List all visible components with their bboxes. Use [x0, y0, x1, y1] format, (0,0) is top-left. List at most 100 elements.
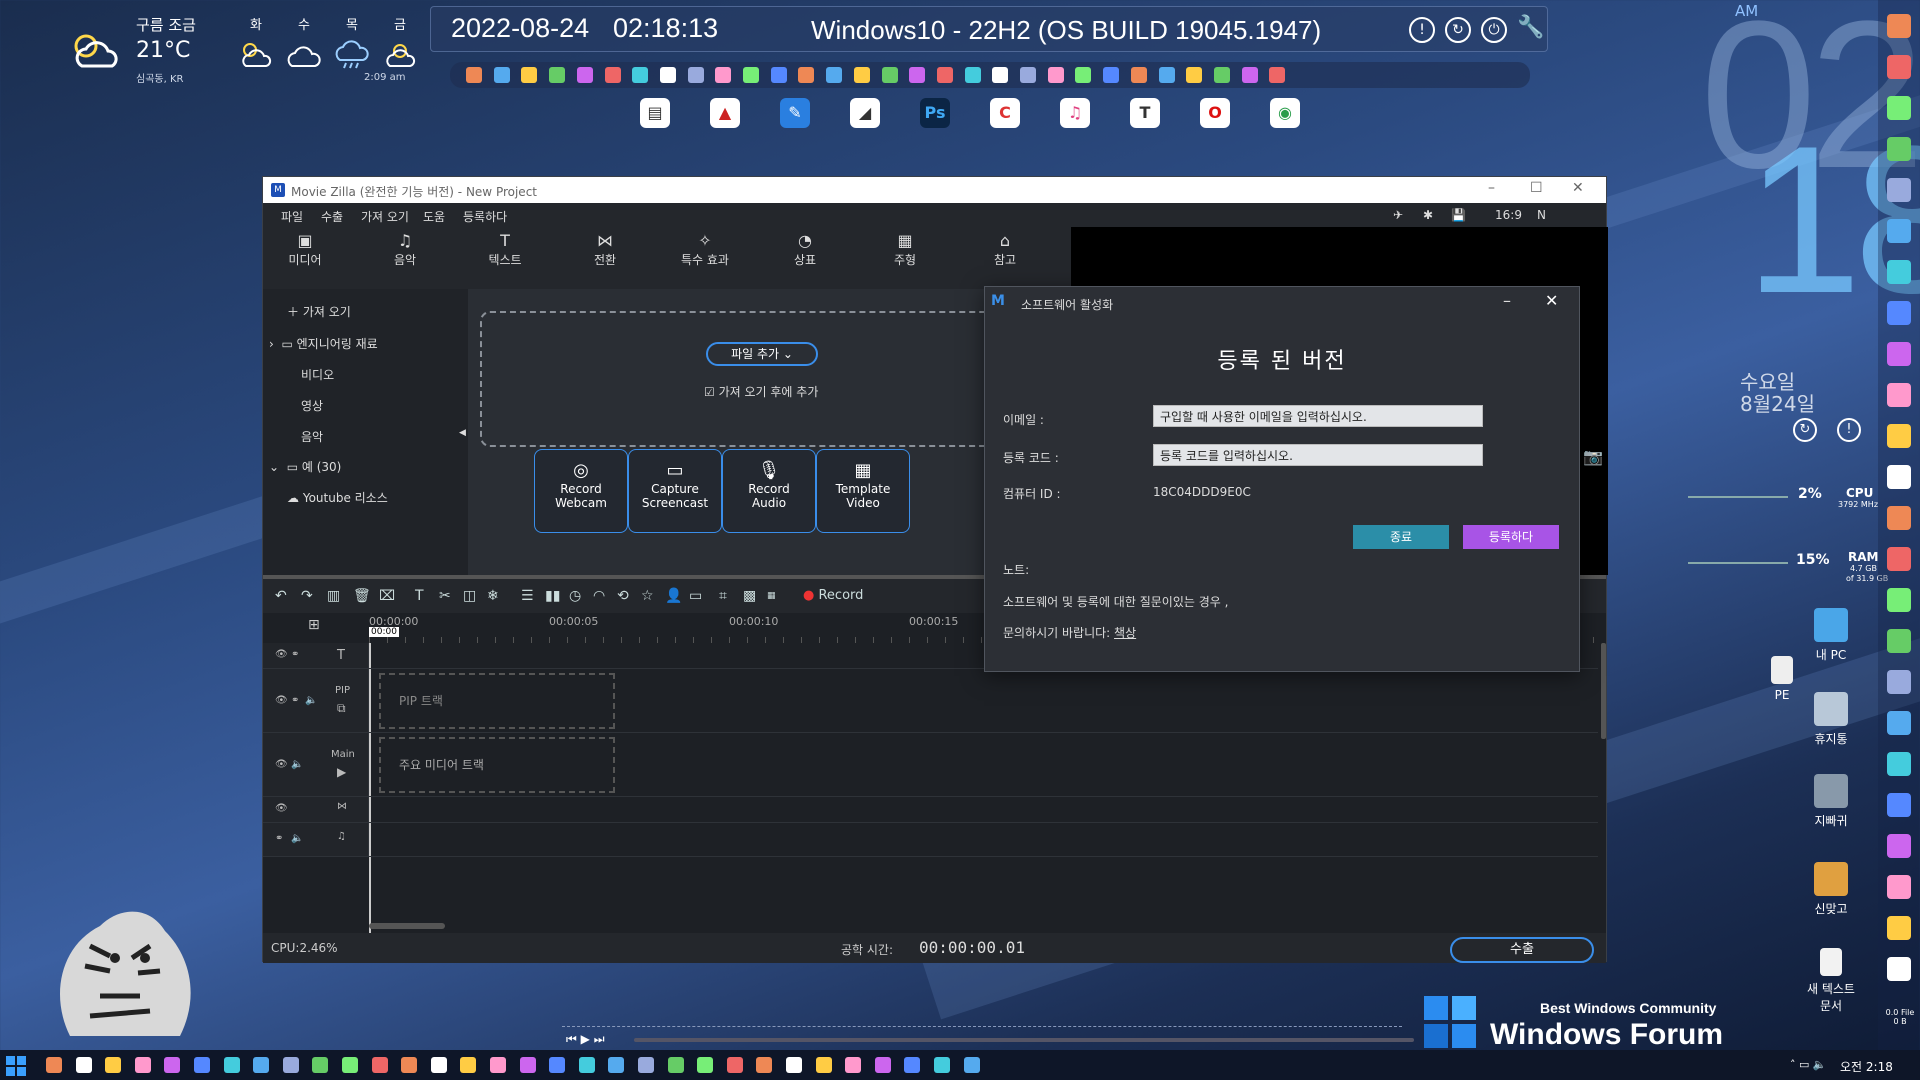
quick-launch-icon[interactable] — [576, 67, 593, 83]
sidebar-example[interactable]: ⌄ ▭ 예 (30) — [269, 458, 341, 475]
info-icon[interactable]: ! — [1837, 418, 1861, 442]
taskbar-clock[interactable]: 오전 2:18 — [1840, 1058, 1893, 1075]
taskbar-app-icon[interactable] — [519, 1057, 536, 1073]
pin-icon[interactable]: ✈ — [1393, 208, 1403, 222]
tool-reference[interactable]: ⌂ 참고 — [965, 231, 1045, 268]
quick-launch-icon[interactable] — [853, 67, 870, 83]
launcher-icon[interactable] — [1887, 178, 1911, 202]
launcher-icon[interactable] — [1887, 342, 1911, 366]
launcher-icon[interactable] — [1887, 137, 1911, 161]
launcher-icon[interactable] — [1887, 301, 1911, 325]
register-button[interactable]: 등록하다 — [1463, 525, 1559, 549]
text-icon[interactable]: T — [415, 588, 424, 604]
launcher-icon[interactable] — [1887, 219, 1911, 243]
taskbar-app-icon[interactable] — [430, 1057, 447, 1073]
delete-all-icon[interactable]: ⌧ — [379, 588, 395, 604]
desktop-icon-newtext[interactable]: 새 텍스트 문서 — [1791, 948, 1871, 1014]
taskbar-app-icon[interactable] — [460, 1057, 477, 1073]
restart-icon[interactable]: ↻ — [1793, 418, 1817, 442]
menu-export[interactable]: 수출 — [321, 208, 343, 225]
desktop-icon-recycle[interactable]: 휴지통 — [1791, 692, 1871, 747]
launcher-icon[interactable] — [1887, 96, 1911, 120]
eye-icon[interactable]: 👁 — [275, 759, 288, 770]
timeline-vscroll[interactable] — [1601, 643, 1606, 739]
crop-icon[interactable]: ⌗ — [719, 588, 727, 604]
quick-launch-icon[interactable] — [521, 67, 538, 83]
tray-icons[interactable]: ˄ ▭ 🔈 — [1790, 1058, 1827, 1071]
quick-launch-icon[interactable] — [992, 67, 1009, 83]
info-icon[interactable]: ! — [1409, 17, 1435, 43]
tool-effects[interactable]: ✧ 특수 효과 — [665, 231, 745, 268]
quick-launch-icon[interactable] — [549, 67, 566, 83]
quick-launch-icon[interactable] — [1186, 67, 1203, 83]
launcher-icon[interactable] — [1887, 834, 1911, 858]
quick-launch-icon[interactable] — [715, 67, 732, 83]
mosaic-icon[interactable]: ▩ — [743, 588, 756, 604]
taskbar-app-icon[interactable] — [194, 1057, 210, 1073]
taskbar-app-icon[interactable] — [815, 1057, 832, 1073]
launcher-icon[interactable] — [1887, 260, 1911, 284]
seek-bar[interactable] — [634, 1038, 1414, 1042]
quick-launch-icon[interactable] — [1075, 67, 1092, 83]
quick-launch-icon[interactable] — [1020, 67, 1036, 83]
settings-icon[interactable]: ✱ — [1423, 208, 1433, 222]
exit-button[interactable]: 종료 — [1353, 525, 1449, 549]
menu-file[interactable]: 파일 — [281, 208, 303, 225]
desktop-icon-jibbagwi[interactable]: 지빠귀 — [1791, 774, 1871, 829]
dock-app-icon[interactable]: ▲ — [710, 98, 740, 128]
photoshop-icon[interactable]: Ps — [920, 98, 950, 128]
launcher-icon[interactable] — [1887, 752, 1911, 776]
audio-bars-icon[interactable]: ▮▮ — [545, 588, 560, 604]
taskbar-app-icon[interactable] — [549, 1057, 566, 1073]
quick-launch-icon[interactable] — [632, 67, 649, 83]
quick-launch-icon[interactable] — [826, 67, 843, 83]
quick-launch-icon[interactable] — [493, 67, 510, 83]
adjust-icon[interactable]: ☰ — [521, 588, 534, 604]
speed-icon[interactable]: ◠ — [593, 588, 605, 604]
desktop-icon-game[interactable]: 신맞고 — [1791, 862, 1871, 917]
taskbar-app-icon[interactable] — [726, 1057, 743, 1073]
tool-music[interactable]: ♫ 음악 — [365, 231, 445, 268]
launcher-icon[interactable] — [1887, 424, 1911, 448]
star-icon[interactable]: ☆ — [641, 588, 654, 604]
frame-icon[interactable]: ▭ — [689, 588, 702, 604]
rotate-icon[interactable]: ⟲ — [617, 588, 629, 604]
menu-register[interactable]: 등록하다 — [463, 208, 507, 225]
record-webcam-card[interactable]: ◎ Record Webcam — [534, 449, 628, 533]
taskbar-app-icon[interactable] — [638, 1057, 654, 1073]
speaker-icon[interactable]: 🔈 — [291, 833, 303, 844]
pip-drop-area[interactable]: PIP 트랙 — [379, 673, 615, 729]
taskbar-app-icon[interactable] — [697, 1057, 714, 1073]
restart-icon[interactable]: ↻ — [1445, 17, 1471, 43]
taskbar-app-icon[interactable] — [253, 1057, 270, 1073]
quick-launch-icon[interactable] — [743, 67, 759, 83]
sidebar-image[interactable]: 영상 — [301, 397, 323, 414]
add-after-import-checkbox[interactable]: ☑ 가져 오기 후에 추가 — [704, 383, 818, 400]
link-icon[interactable]: ⚭ — [291, 695, 299, 706]
taskbar-app-icon[interactable] — [845, 1057, 862, 1073]
undo-icon[interactable]: ↶ — [275, 588, 287, 604]
camera-icon[interactable]: 📷 — [1583, 447, 1603, 466]
opera-icon[interactable]: O — [1200, 98, 1230, 128]
delete-icon[interactable]: 🗑 — [353, 588, 371, 604]
taskbar-app-icon[interactable] — [490, 1057, 506, 1073]
quick-launch-icon[interactable] — [1047, 67, 1064, 83]
dock-app-icon[interactable]: T — [1130, 98, 1160, 128]
grid-icon[interactable]: ▦ — [767, 591, 776, 601]
sidebar-music[interactable]: 음악 — [301, 428, 323, 445]
dock-app-icon[interactable]: ◢ — [850, 98, 880, 128]
menu-import[interactable]: 가져 오기 — [361, 208, 409, 225]
quick-launch-icon[interactable] — [604, 67, 621, 83]
tool-text[interactable]: T 텍스트 — [465, 231, 545, 268]
launcher-icon[interactable] — [1887, 588, 1911, 612]
main-drop-area[interactable]: 주요 미디어 트랙 — [379, 737, 615, 793]
tool-media[interactable]: ▣ 미디어 — [265, 231, 345, 268]
sidebar-youtube[interactable]: ☁ Youtube 리소스 — [287, 489, 388, 506]
dock-app-icon[interactable]: ▤ — [640, 98, 670, 128]
start-icon[interactable] — [6, 1056, 26, 1076]
link-icon[interactable]: ⚭ — [275, 833, 283, 844]
quick-launch-icon[interactable] — [466, 67, 482, 83]
quick-launch-icon[interactable] — [881, 67, 898, 83]
taskbar-app-icon[interactable] — [342, 1057, 358, 1073]
timeline-scrollbar[interactable] — [369, 923, 445, 929]
